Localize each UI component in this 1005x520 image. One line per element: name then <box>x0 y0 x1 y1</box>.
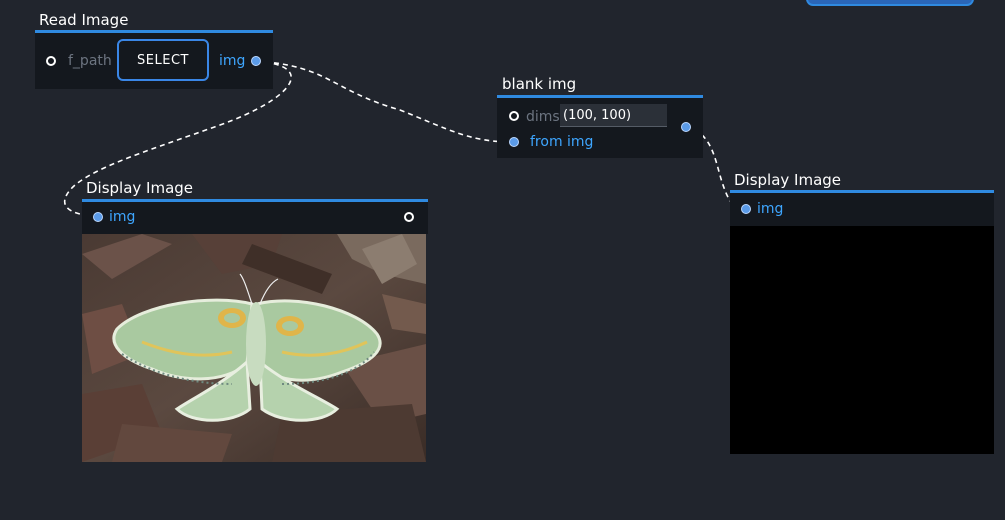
select-button-label: SELECT <box>137 52 189 68</box>
input-port-from-img[interactable] <box>509 137 519 147</box>
port-label-dims: dims <box>526 109 560 125</box>
input-port-img[interactable] <box>741 204 751 214</box>
input-port-img[interactable] <box>93 212 103 222</box>
output-port-img[interactable] <box>681 122 691 132</box>
node-title: Display Image <box>86 179 194 197</box>
port-label-f-path: f_path <box>68 53 112 69</box>
input-port-f-path[interactable] <box>46 56 56 66</box>
wire-read-to-blank <box>255 60 514 143</box>
select-file-button[interactable]: SELECT <box>117 39 209 81</box>
output-port[interactable] <box>404 212 414 222</box>
port-label-img-out: img <box>219 53 246 69</box>
node-display-image-left[interactable]: Display Image img <box>82 178 428 463</box>
output-port-img[interactable] <box>251 56 261 66</box>
port-label-img: img <box>109 209 136 225</box>
node-title: Read Image <box>39 11 129 29</box>
moth-image <box>82 234 426 462</box>
node-blank-img[interactable]: blank img dims from img <box>497 74 703 160</box>
node-read-image[interactable]: Read Image f_path SELECT img <box>35 10 273 90</box>
node-title: Display Image <box>734 171 842 189</box>
input-port-dims[interactable] <box>509 111 519 121</box>
port-label-img: img <box>757 201 784 217</box>
node-title: blank img <box>502 75 577 93</box>
blank-image-display <box>730 226 994 454</box>
dims-input[interactable] <box>560 104 667 127</box>
node-display-image-right[interactable]: Display Image img <box>730 170 994 455</box>
port-label-from-img: from img <box>530 134 594 150</box>
top-button[interactable] <box>806 0 974 6</box>
